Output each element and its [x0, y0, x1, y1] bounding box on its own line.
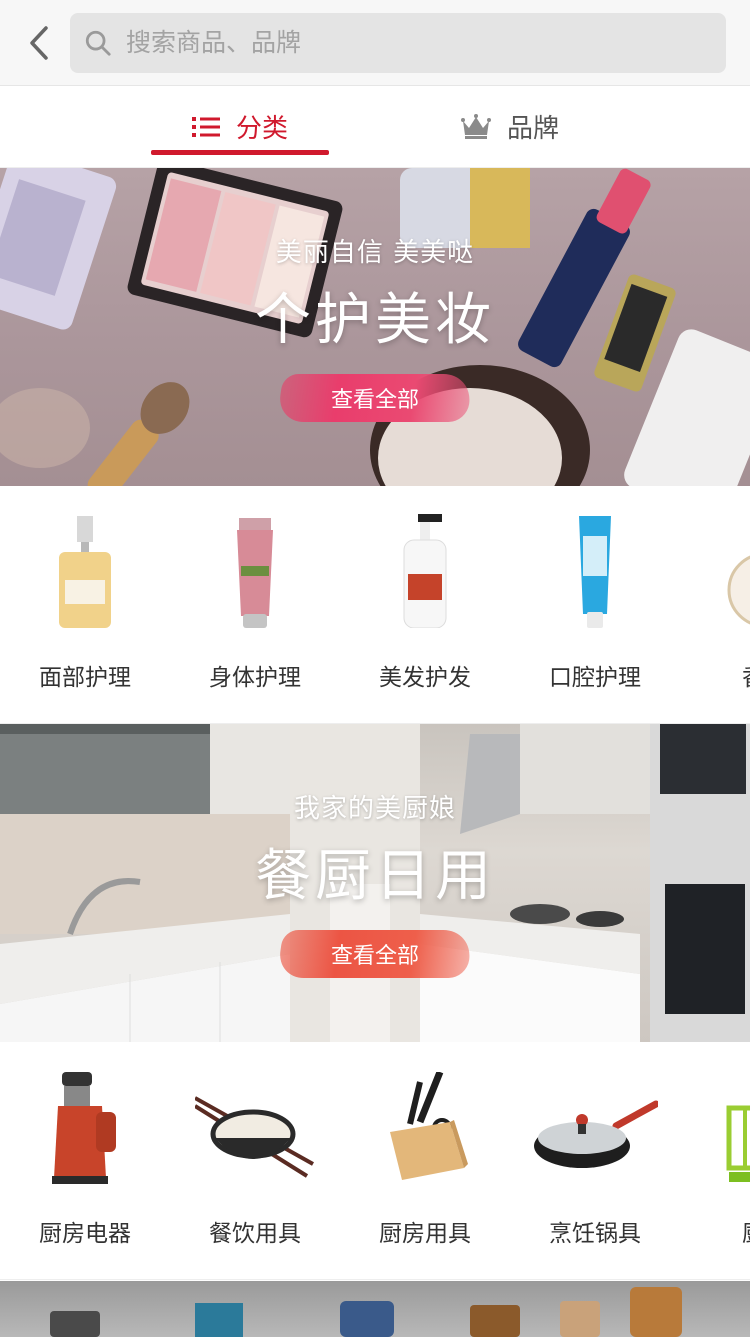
crown-icon — [460, 113, 491, 139]
tab-category-label: 分类 — [235, 114, 288, 144]
bowl-chopsticks-icon — [195, 1096, 314, 1178]
banner-kitchen[interactable]: 我家的美厨娘 餐厨日用 查看全部 — [0, 724, 750, 1042]
banner-title: 个护美妆 — [255, 288, 495, 353]
back-button[interactable] — [16, 20, 62, 66]
category-item[interactable]: 厨房 — [680, 1042, 750, 1279]
body-care-tube-icon — [237, 518, 273, 628]
category-label: 厨房 — [742, 1214, 750, 1248]
category-item[interactable]: 面部护理 — [0, 486, 170, 723]
category-item[interactable]: 餐饮用具 — [170, 1042, 340, 1279]
wok-icon — [534, 1100, 658, 1168]
category-item[interactable]: 美发护发 — [340, 486, 510, 723]
view-all-label: 查看全部 — [330, 388, 419, 413]
dish-rack-icon — [726, 1105, 750, 1182]
category-label: 烹饪锅具 — [549, 1221, 641, 1247]
toothpaste-icon — [579, 516, 611, 628]
search-box[interactable] — [70, 12, 726, 73]
category-label: 餐饮用具 — [209, 1221, 301, 1247]
category-item[interactable]: 厨房电器 — [0, 1042, 170, 1279]
category-item[interactable]: 香水 — [680, 486, 750, 723]
view-all-button[interactable]: 查看全部 — [276, 930, 474, 978]
banner-beauty-text: 美丽自信 美美哒 个护美妆 查看全部 — [0, 168, 750, 486]
tab-category[interactable]: 分类 — [105, 86, 375, 167]
banner-title: 餐厨日用 — [255, 844, 495, 909]
page: 分类 品牌 — [0, 0, 750, 1337]
category-label: 口腔护理 — [549, 665, 641, 691]
tab-brand-label: 品牌 — [506, 114, 559, 144]
perfume-icon — [727, 555, 750, 625]
chevron-left-icon — [30, 25, 48, 60]
category-label: 美发护发 — [379, 665, 471, 691]
search-icon — [85, 30, 111, 56]
category-item[interactable]: 烹饪锅具 — [510, 1042, 680, 1279]
banner-subtitle: 我家的美厨娘 — [293, 794, 456, 824]
category-label: 面部护理 — [39, 665, 131, 691]
category-label: 身体护理 — [209, 665, 301, 691]
top-bar — [0, 0, 750, 86]
banner-beauty[interactable]: 美丽自信 美美哒 个护美妆 查看全部 — [0, 168, 750, 486]
category-label: 厨房用具 — [379, 1221, 471, 1247]
tab-brand[interactable]: 品牌 — [375, 86, 645, 167]
banner-subtitle: 美丽自信 美美哒 — [275, 238, 475, 268]
view-all-label: 查看全部 — [330, 944, 419, 969]
hair-care-bottle-icon — [403, 514, 447, 628]
banner-kitchen-text: 我家的美厨娘 餐厨日用 查看全部 — [0, 724, 750, 1042]
view-all-button[interactable]: 查看全部 — [276, 374, 474, 422]
category-row-kitchen: 厨房电器 餐饮用具 厨房用具 烹饪锅具 — [0, 1042, 750, 1280]
category-label: 厨房电器 — [39, 1221, 131, 1247]
category-item[interactable]: 口腔护理 — [510, 486, 680, 723]
juicer-icon — [52, 1072, 116, 1184]
category-label: 香水 — [742, 658, 750, 692]
category-item[interactable]: 身体护理 — [170, 486, 340, 723]
category-row-beauty: 面部护理 身体护理 美发护发 口腔护理 — [0, 486, 750, 724]
face-care-bottle-icon — [59, 516, 111, 628]
knife-block-icon — [390, 1072, 468, 1180]
list-icon — [191, 116, 220, 137]
category-item[interactable]: 厨房用具 — [340, 1042, 510, 1279]
search-input[interactable] — [126, 28, 712, 57]
banner-next-partial[interactable] — [0, 1281, 750, 1337]
pantry-illustration — [50, 1287, 682, 1337]
tab-bar: 分类 品牌 — [0, 86, 750, 168]
